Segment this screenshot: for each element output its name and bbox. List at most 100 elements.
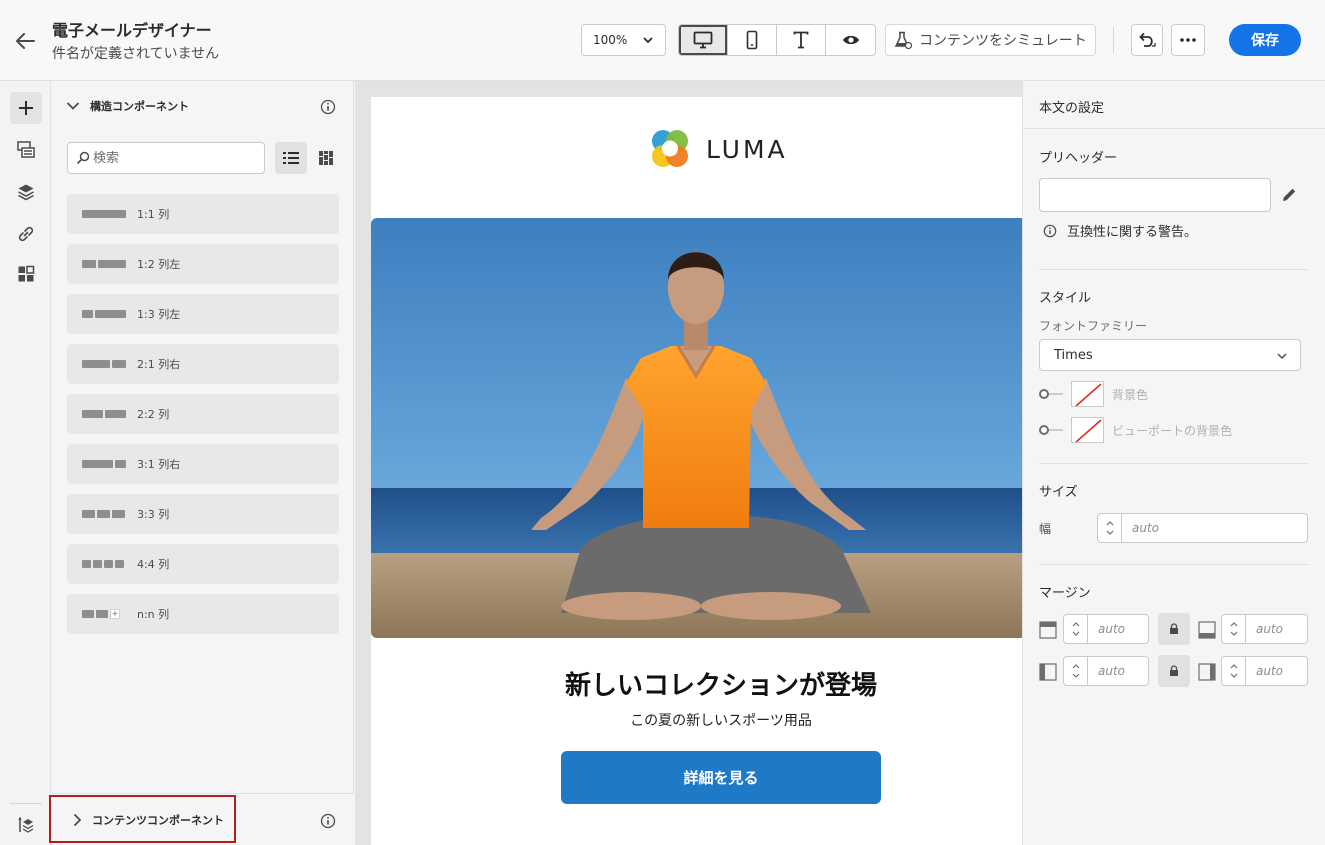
lock-icon [1170,623,1178,634]
component-4-4-column[interactable]: 4:4 列 [67,544,339,584]
zoom-value: 100% [593,33,628,47]
settings-title: 本文の設定 [1039,101,1105,116]
edit-pencil-icon[interactable] [1279,185,1299,205]
undo-button[interactable] [1131,24,1163,56]
search-input[interactable] [93,150,253,166]
text-icon [793,31,809,49]
background-color-swatch[interactable] [1071,381,1104,407]
margin-top-stepper[interactable] [1063,614,1087,644]
chevron-right-icon [73,813,82,827]
more-options-button[interactable] [1171,24,1205,56]
component-2-2-column[interactable]: 2:2 列 [67,394,339,434]
column-layout-icon [82,410,126,418]
component-label: 2:1 列右 [137,358,181,371]
undo-icon [1139,32,1156,47]
text-view-button[interactable] [777,25,826,55]
mobile-icon [746,30,758,50]
margin-left-input[interactable] [1087,656,1149,686]
zoom-select[interactable]: 100% [581,24,666,56]
margin-right-stepper[interactable] [1221,656,1245,686]
yoga-woman-beach-image [371,218,1022,638]
toolbar-divider [1113,27,1114,53]
column-layout-icon: + [82,609,126,619]
column-layout-icon [82,460,126,468]
margin-right-input[interactable] [1245,656,1308,686]
list-icon [283,152,299,164]
style-label: スタイル [1039,291,1092,306]
assets-button[interactable] [10,258,42,290]
margin-vertical-lock[interactable] [1158,613,1190,645]
navigation-tree-button[interactable] [10,809,42,841]
fragments-button[interactable] [10,134,42,166]
component-1-1-column[interactable]: 1:1 列 [67,194,339,234]
flask-icon [894,31,912,49]
font-family-select[interactable]: Times [1039,339,1301,371]
back-arrow-icon[interactable] [12,28,38,54]
margin-bottom-stepper[interactable] [1221,614,1245,644]
component-3-1-column-right[interactable]: 3:1 列右 [67,444,339,484]
cta-button[interactable]: 詳細を見る [561,751,881,804]
grid-icon [319,151,333,165]
margin-top-input[interactable] [1087,614,1149,644]
search-icon [76,151,90,165]
margin-horizontal-lock[interactable] [1158,655,1190,687]
email-canvas[interactable]: LUMA 新しいコレクションが登場 この夏の新しいスポーツ用品 詳細を見る [355,81,1022,845]
width-stepper[interactable] [1097,513,1121,543]
info-icon[interactable] [320,813,336,829]
simulate-content-label: コンテンツをシミュレート [919,33,1087,49]
structure-components-header[interactable]: 構造コンポーネント [66,98,189,114]
info-icon[interactable] [320,99,336,115]
add-components-button[interactable] [10,92,42,124]
rail-divider [10,803,42,804]
email-body[interactable]: LUMA 新しいコレクションが登場 この夏の新しいスポーツ用品 詳細を見る [371,97,1022,845]
viewport-background-toggle[interactable] [1039,425,1063,435]
content-components-header[interactable]: コンテンツコンポーネント [72,812,224,828]
chevron-down-icon [1230,673,1237,678]
info-icon [1043,224,1057,237]
page-subtitle: 件名が定義されていません [52,46,220,62]
simulate-content-button[interactable]: コンテンツをシミュレート [885,24,1096,56]
background-color-toggle[interactable] [1039,389,1063,399]
link-icon [18,226,34,242]
component-label: 3:3 列 [137,508,170,521]
desktop-view-button[interactable] [679,25,728,55]
structure-components-list: 1:1 列 1:2 列左 1:3 列左 2:1 列右 2:2 列 3:1 列右 … [67,194,339,644]
background-color-label: 背景色 [1112,387,1149,402]
luma-logo[interactable]: LUMA [648,127,788,171]
links-button[interactable] [10,218,42,250]
margin-bottom-input[interactable] [1245,614,1308,644]
column-layout-icon [82,260,126,268]
layers-icon [18,184,34,201]
preheader-label: プリヘッダー [1039,151,1118,166]
component-search[interactable] [67,142,265,174]
component-3-3-column[interactable]: 3:3 列 [67,494,339,534]
width-input[interactable] [1121,513,1308,543]
chevron-down-icon [1072,631,1079,636]
column-layout-icon [82,510,126,518]
column-layout-icon [82,310,126,318]
list-view-toggle[interactable] [275,142,307,174]
mobile-view-button[interactable] [728,25,777,55]
component-label: n:n 列 [137,608,170,621]
margin-top-icon [1039,621,1057,639]
grid-view-toggle[interactable] [310,142,342,174]
email-headline[interactable]: 新しいコレクションが登場 [371,665,1022,702]
email-tagline[interactable]: この夏の新しいスポーツ用品 [371,710,1022,730]
hero-image[interactable] [371,218,1022,638]
margin-left-stepper[interactable] [1063,656,1087,686]
component-2-1-column-right[interactable]: 2:1 列右 [67,344,339,384]
component-1-2-column-left[interactable]: 1:2 列左 [67,244,339,284]
compatibility-warning[interactable]: 互換性に関する警告。 [1043,221,1197,240]
component-1-3-column-left[interactable]: 1:3 列左 [67,294,339,334]
layers-button[interactable] [10,176,42,208]
save-button[interactable]: 保存 [1229,24,1301,56]
viewport-background-swatch[interactable] [1071,417,1104,443]
component-label: 4:4 列 [137,558,170,571]
preheader-input[interactable] [1039,178,1271,212]
width-label: 幅 [1039,522,1052,536]
fragments-icon [17,141,35,158]
component-n-n-column[interactable]: + n:n 列 [67,594,339,634]
view-mode-group [678,24,876,56]
preview-button[interactable] [826,25,875,55]
luma-logo-icon [652,130,688,167]
